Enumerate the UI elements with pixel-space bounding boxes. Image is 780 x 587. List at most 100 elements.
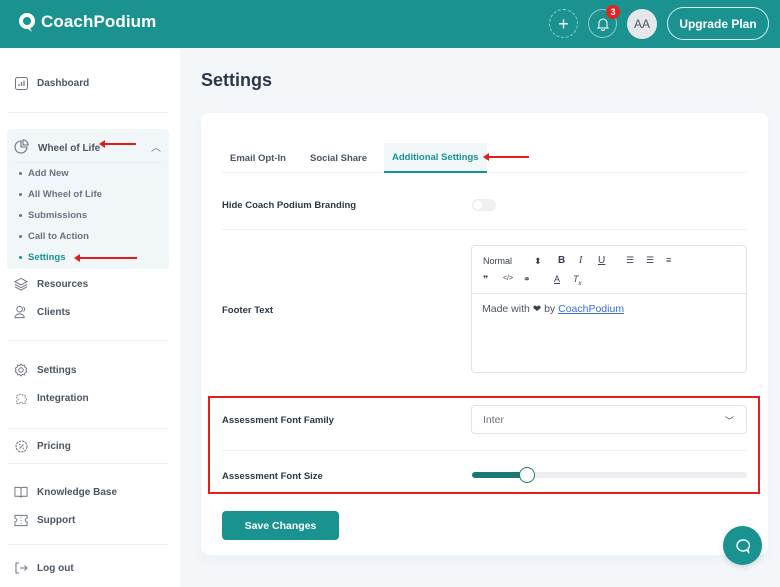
pie-chart-icon	[14, 139, 29, 157]
sidebar-divider	[7, 112, 169, 113]
discount-icon	[14, 439, 28, 453]
logo-icon	[17, 11, 37, 33]
notification-badge: 3	[606, 5, 620, 19]
sidebar-divider	[7, 340, 169, 341]
puzzle-icon	[14, 391, 28, 405]
avatar[interactable]: AA	[627, 9, 657, 39]
sidebar-item-resources[interactable]: Resources	[14, 277, 88, 291]
tab-additional-settings[interactable]: Additional Settings	[384, 143, 487, 173]
blockquote-icon[interactable]: ❞	[483, 274, 488, 285]
submenu-label: All Wheel of Life	[28, 189, 102, 200]
sidebar-item-pricing[interactable]: Pricing	[14, 439, 71, 453]
sidebar-item-dashboard[interactable]: Dashboard	[14, 76, 89, 90]
coachpodium-link[interactable]: CoachPodium	[558, 303, 624, 315]
italic-icon[interactable]: I	[579, 255, 582, 266]
annotation-arrow	[483, 153, 529, 161]
sidebar-item-integration[interactable]: Integration	[14, 391, 89, 405]
bold-icon[interactable]: B	[558, 255, 565, 266]
editor-content[interactable]: Made with ❤ by CoachPodium	[482, 303, 624, 315]
text-color-icon[interactable]: A	[554, 274, 560, 284]
bullet-icon	[19, 172, 22, 175]
sidebar-item-label: Dashboard	[37, 77, 90, 89]
underline-icon[interactable]: U	[598, 255, 605, 266]
editor-toolbar: Normal ⬍ B I U ☰ ☰ ≡ ❞ </> ⚭ A Tx	[472, 246, 746, 294]
heart-icon: ❤	[532, 304, 542, 315]
submenu-label: Add New	[28, 168, 69, 179]
annotation-arrow	[99, 140, 136, 148]
plus-icon: +	[558, 13, 569, 34]
logout-icon	[14, 561, 28, 575]
link-icon[interactable]: ⚭	[523, 274, 531, 285]
layers-icon	[14, 277, 28, 291]
annotation-arrow	[74, 254, 137, 262]
gear-icon	[14, 363, 28, 377]
sidebar-item-logout[interactable]: Log out	[14, 561, 74, 575]
clear-format-icon[interactable]: Tx	[573, 274, 582, 287]
sidebar-item-settings[interactable]: Settings	[14, 363, 76, 377]
chat-icon	[735, 538, 750, 554]
sidebar-item-label: Pricing	[37, 440, 71, 452]
sidebar-item-label: Settings	[37, 364, 77, 376]
submenu-item-add-new[interactable]: Add New	[19, 168, 69, 179]
top-header: CoachPodium + 3 AA Upgrade Plan	[0, 0, 780, 48]
section-divider	[14, 162, 162, 163]
add-button[interactable]: +	[549, 9, 578, 38]
sidebar-item-wheel-of-life[interactable]: Wheel of Life	[14, 139, 100, 157]
tab-social-share[interactable]: Social Share	[302, 143, 375, 173]
sidebar-item-label: Wheel of Life	[38, 142, 101, 154]
sidebar-divider	[7, 463, 169, 464]
footer-text-editor: Normal ⬍ B I U ☰ ☰ ≡ ❞ </> ⚭ A Tx Made wi…	[471, 245, 747, 373]
bullet-list-icon[interactable]: ☰	[646, 255, 654, 266]
chevron-up-icon[interactable]: ︿	[151, 139, 161, 154]
toggle-knob	[473, 200, 483, 210]
chart-icon	[14, 76, 28, 90]
heading-select[interactable]: Normal ⬍	[483, 256, 542, 267]
tab-email-opt-in[interactable]: Email Opt-In	[222, 143, 294, 173]
sidebar-divider	[7, 544, 169, 545]
code-icon[interactable]: </>	[503, 275, 513, 282]
brand-logo[interactable]: CoachPodium	[17, 11, 156, 33]
submenu-item-submissions[interactable]: Submissions	[19, 210, 87, 221]
heading-select-value: Normal	[483, 256, 513, 266]
submenu-item-all-wheel-of-life[interactable]: All Wheel of Life	[19, 189, 102, 200]
submenu-label: Settings	[28, 252, 66, 263]
sidebar-item-label: Knowledge Base	[37, 486, 118, 498]
content-text: Made with	[482, 303, 530, 315]
annotation-highlight-box	[208, 396, 760, 494]
hide-branding-toggle[interactable]	[472, 199, 496, 211]
align-icon[interactable]: ≡	[666, 255, 671, 265]
sidebar-item-label: Log out	[37, 562, 74, 574]
bullet-icon	[19, 193, 22, 196]
submenu-item-call-to-action[interactable]: Call to Action	[19, 231, 89, 242]
page-title: Settings	[201, 70, 273, 90]
bullet-icon	[19, 256, 22, 259]
updown-icon: ⬍	[534, 256, 542, 266]
submenu-label: Call to Action	[28, 231, 89, 242]
notifications-button[interactable]: 3	[588, 5, 620, 38]
content-text: by	[544, 303, 556, 315]
submenu-label: Submissions	[28, 210, 88, 221]
sidebar-divider	[7, 428, 169, 429]
sidebar-item-label: Support	[37, 514, 76, 526]
sidebar: Dashboard Wheel of Life ︿ Add New All Wh…	[0, 48, 180, 587]
ticket-icon	[14, 513, 28, 527]
chat-button[interactable]	[723, 526, 762, 565]
users-icon	[14, 305, 28, 319]
bullet-icon	[19, 214, 22, 217]
hide-branding-label: Hide Coach Podium Branding	[222, 200, 357, 211]
sidebar-item-label: Resources	[37, 278, 89, 290]
footer-text-label: Footer Text	[222, 305, 274, 316]
ordered-list-icon[interactable]: ☰	[626, 255, 634, 266]
book-icon	[14, 485, 28, 499]
submenu-item-settings[interactable]: Settings	[19, 252, 65, 263]
save-changes-button[interactable]: Save Changes	[222, 511, 339, 540]
sidebar-item-support[interactable]: Support	[14, 513, 75, 527]
upgrade-plan-button[interactable]: Upgrade Plan	[667, 7, 769, 40]
brand-name: CoachPodium	[41, 12, 157, 31]
bell-icon	[596, 18, 609, 31]
sidebar-item-knowledge-base[interactable]: Knowledge Base	[14, 485, 117, 499]
row-divider	[222, 229, 747, 230]
bullet-icon	[19, 235, 22, 238]
sidebar-item-label: Clients	[37, 306, 71, 318]
sidebar-item-clients[interactable]: Clients	[14, 305, 70, 319]
